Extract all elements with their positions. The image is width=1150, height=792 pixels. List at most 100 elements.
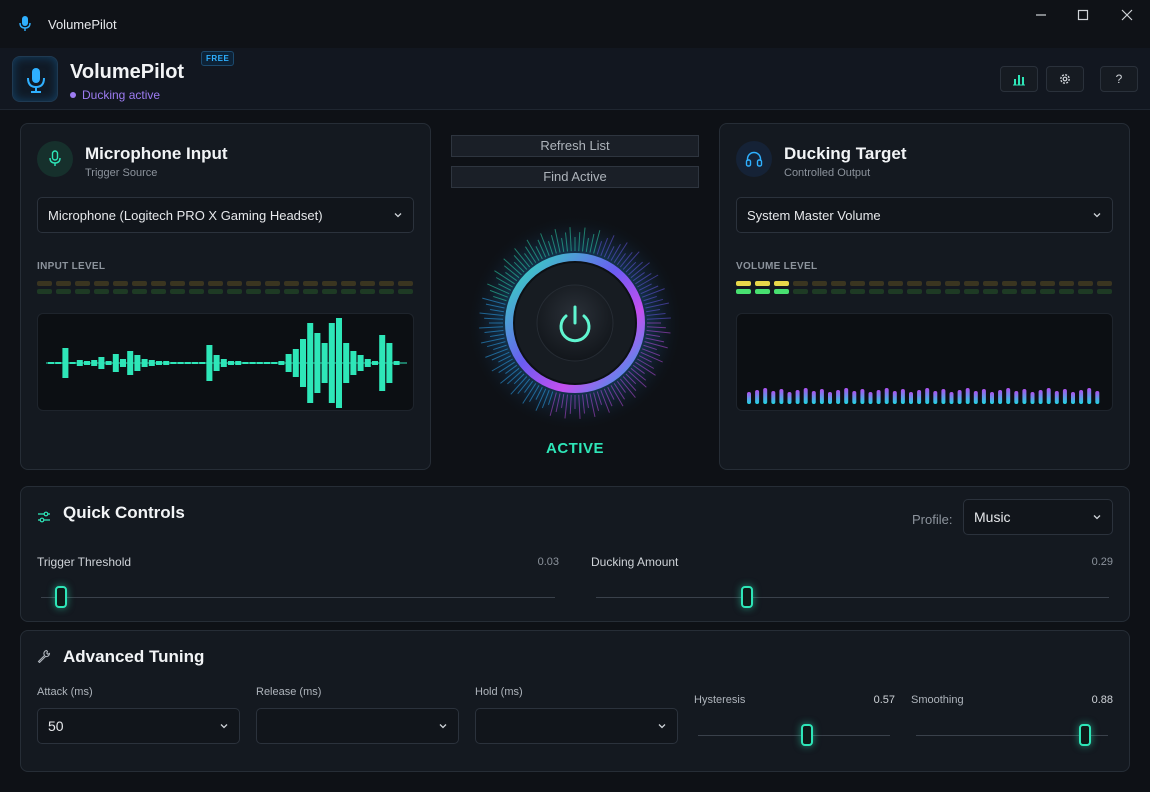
level-segment [812,281,827,294]
volume-level-label: VOLUME LEVEL [736,261,818,272]
waveform-bar [386,343,393,383]
chevron-down-icon [658,724,666,729]
volume-bar [1087,388,1092,404]
settings-button[interactable] [1046,66,1084,92]
microphone-icon [49,150,61,166]
mic-device-select[interactable]: Microphone (Logitech PRO X Gaming Headse… [37,197,414,233]
volume-bar [1014,391,1019,404]
waveform-bar [177,362,184,364]
help-button[interactable]: ? [1100,66,1138,92]
volume-bar [755,390,760,404]
advanced-tuning-panel: Advanced Tuning Attack (ms) 50 Release (… [20,630,1130,772]
gear-icon [1060,74,1070,84]
level-segment [341,281,356,294]
hysteresis-slider-thumb[interactable] [801,724,813,746]
volume-bars [736,313,1113,411]
waveform-bar [105,361,112,365]
volume-bar-graph [747,388,1100,404]
level-segment [1059,281,1074,294]
hysteresis-track[interactable] [698,735,890,736]
find-active-button[interactable]: Find Active [451,166,699,188]
volume-bar [787,392,792,404]
threshold-slider-thumb[interactable] [55,586,67,608]
volume-bar [1038,390,1043,404]
level-segment [170,281,185,294]
smoothing-value: 0.88 [1091,694,1113,706]
plan-badge: FREE [201,51,235,66]
level-segment [1040,281,1055,294]
hold-label: Hold (ms) [475,686,523,698]
status-dot [70,92,76,98]
waveform-bar [48,362,54,364]
stats-button[interactable] [1000,66,1038,92]
volume-bar [1079,390,1084,404]
headphones-icon-badge [736,141,772,177]
microphone-icon [27,68,45,93]
waveform-bar [76,360,83,366]
app-header: VolumePilot FREE Ducking active ? [0,48,1150,110]
volume-bar [771,391,776,404]
target-panel-subtitle: Controlled Output [784,167,871,179]
waveform-bar [84,361,90,365]
help-icon: ? [1115,72,1123,86]
waveform-bar [206,345,213,381]
volume-bar [925,388,930,404]
release-label: Release (ms) [256,686,322,698]
waveform-bar [292,349,299,377]
waveform-bar [228,361,234,365]
smoothing-slider-thumb[interactable] [1079,724,1091,746]
waveform-bar [328,323,335,403]
waveform-bar [372,361,378,365]
level-segment [1002,281,1017,294]
input-level-meter [37,281,413,294]
hold-select[interactable] [475,708,678,744]
level-segment [94,281,109,294]
waveform-bar [314,333,321,393]
volume-bar [779,389,784,404]
target-device-value: System Master Volume [747,207,881,223]
ducking-amount-track[interactable] [596,597,1109,598]
minimize-button[interactable] [1030,8,1052,26]
level-segment [189,281,204,294]
waveform-graph [46,318,407,408]
waveform-bar [148,360,155,366]
level-segment [113,281,128,294]
waveform-bar [220,359,227,367]
attack-select[interactable]: 50 [37,708,240,744]
waveform-bar [184,362,191,364]
waveform-bar [271,362,278,364]
app-logo [12,56,58,102]
profile-label: Profile: [912,512,953,527]
volume-bar [957,390,962,404]
quick-controls-panel: Quick Controls Profile: Music Trigger Th… [20,486,1130,622]
maximize-button[interactable] [1072,8,1094,26]
waveform-bar [134,355,141,371]
level-segment [398,281,413,294]
profile-select[interactable]: Music [963,499,1113,535]
volume-bar [1006,388,1011,404]
waveform-bar [69,362,76,364]
close-button[interactable] [1116,8,1138,26]
title-bar: VolumePilot [0,0,1150,48]
wrench-icon [37,649,51,663]
level-segment [983,281,998,294]
ducking-state-label: ACTIVE [545,440,604,457]
release-select[interactable] [256,708,459,744]
level-segment [246,281,261,294]
waveform-bar [91,360,98,366]
waveform-bar [264,362,270,364]
chevron-down-icon [220,724,228,729]
threshold-track[interactable] [41,597,555,598]
refresh-list-button[interactable]: Refresh List [451,135,699,157]
waveform-bar [170,362,177,364]
ducking-amount-slider-thumb[interactable] [741,586,753,608]
mic-panel-subtitle: Trigger Source [85,167,158,179]
hysteresis-value: 0.57 [873,694,895,706]
target-device-select[interactable]: System Master Volume [736,197,1113,233]
volume-bar [917,390,922,404]
power-toggle[interactable] [465,213,685,433]
mic-device-value: Microphone (Logitech PRO X Gaming Headse… [48,207,323,223]
waveform-bar [98,357,105,369]
level-segment [907,281,922,294]
volume-bar [844,388,849,404]
